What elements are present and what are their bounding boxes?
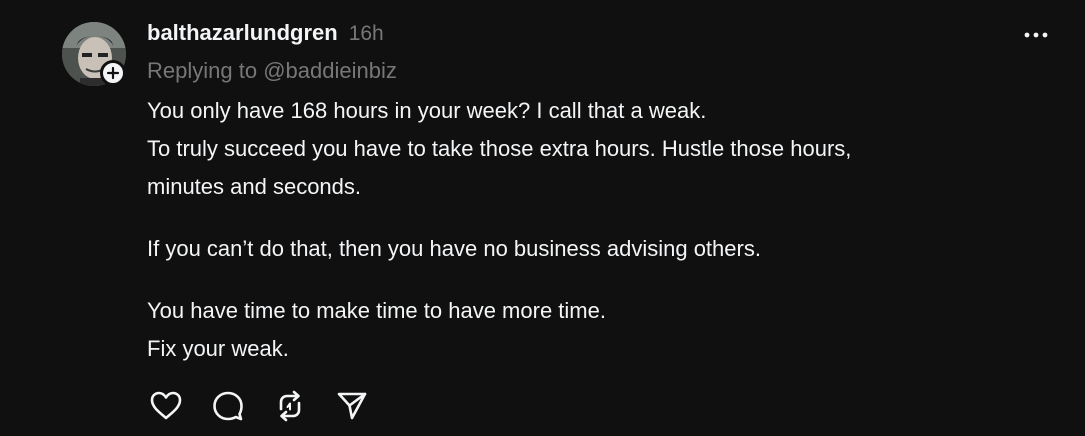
- repost-icon: [279, 390, 301, 422]
- post-text-line: minutes and seconds.: [147, 174, 362, 199]
- replying-to-label: Replying to: [147, 58, 264, 83]
- replying-to-line: Replying to @baddieinbiz: [147, 58, 1007, 86]
- more-options-button[interactable]: [1016, 18, 1056, 52]
- post-content: balthazarlundgren 16h Replying to @baddi…: [147, 20, 1007, 368]
- avatar-container[interactable]: [62, 22, 126, 86]
- comment-button[interactable]: [208, 386, 248, 426]
- thread-post: balthazarlundgren 16h Replying to @baddi…: [0, 0, 1085, 436]
- post-text-line: To truly succeed you have to take those …: [147, 136, 852, 161]
- post-paragraph: You only have 168 hours in your week? I …: [147, 92, 1007, 206]
- more-horizontal-icon: [1024, 32, 1048, 38]
- heart-icon: [150, 391, 182, 420]
- post-header: balthazarlundgren 16h: [147, 20, 1007, 50]
- plus-icon: [106, 66, 120, 80]
- post-paragraph: If you can’t do that, then you have no b…: [147, 230, 1007, 268]
- share-button[interactable]: [332, 386, 372, 426]
- comment-icon: [213, 391, 243, 421]
- replying-to-handle-link[interactable]: @baddieinbiz: [263, 58, 397, 83]
- post-text-line: If you can’t do that, then you have no b…: [147, 236, 761, 261]
- post-text-line: Fix your weak.: [147, 336, 289, 361]
- username-link[interactable]: balthazarlundgren: [147, 20, 338, 46]
- post-paragraph: You have time to make time to have more …: [147, 292, 1007, 368]
- post-timestamp[interactable]: 16h: [349, 22, 384, 46]
- post-actions: [146, 386, 394, 426]
- repost-button[interactable]: [270, 386, 310, 426]
- post-text-line: You only have 168 hours in your week? I …: [147, 98, 707, 123]
- follow-button[interactable]: [100, 60, 126, 86]
- send-icon: [337, 392, 367, 420]
- post-body: You only have 168 hours in your week? I …: [147, 92, 1007, 368]
- post-text-line: You have time to make time to have more …: [147, 298, 606, 323]
- like-button[interactable]: [146, 386, 186, 426]
